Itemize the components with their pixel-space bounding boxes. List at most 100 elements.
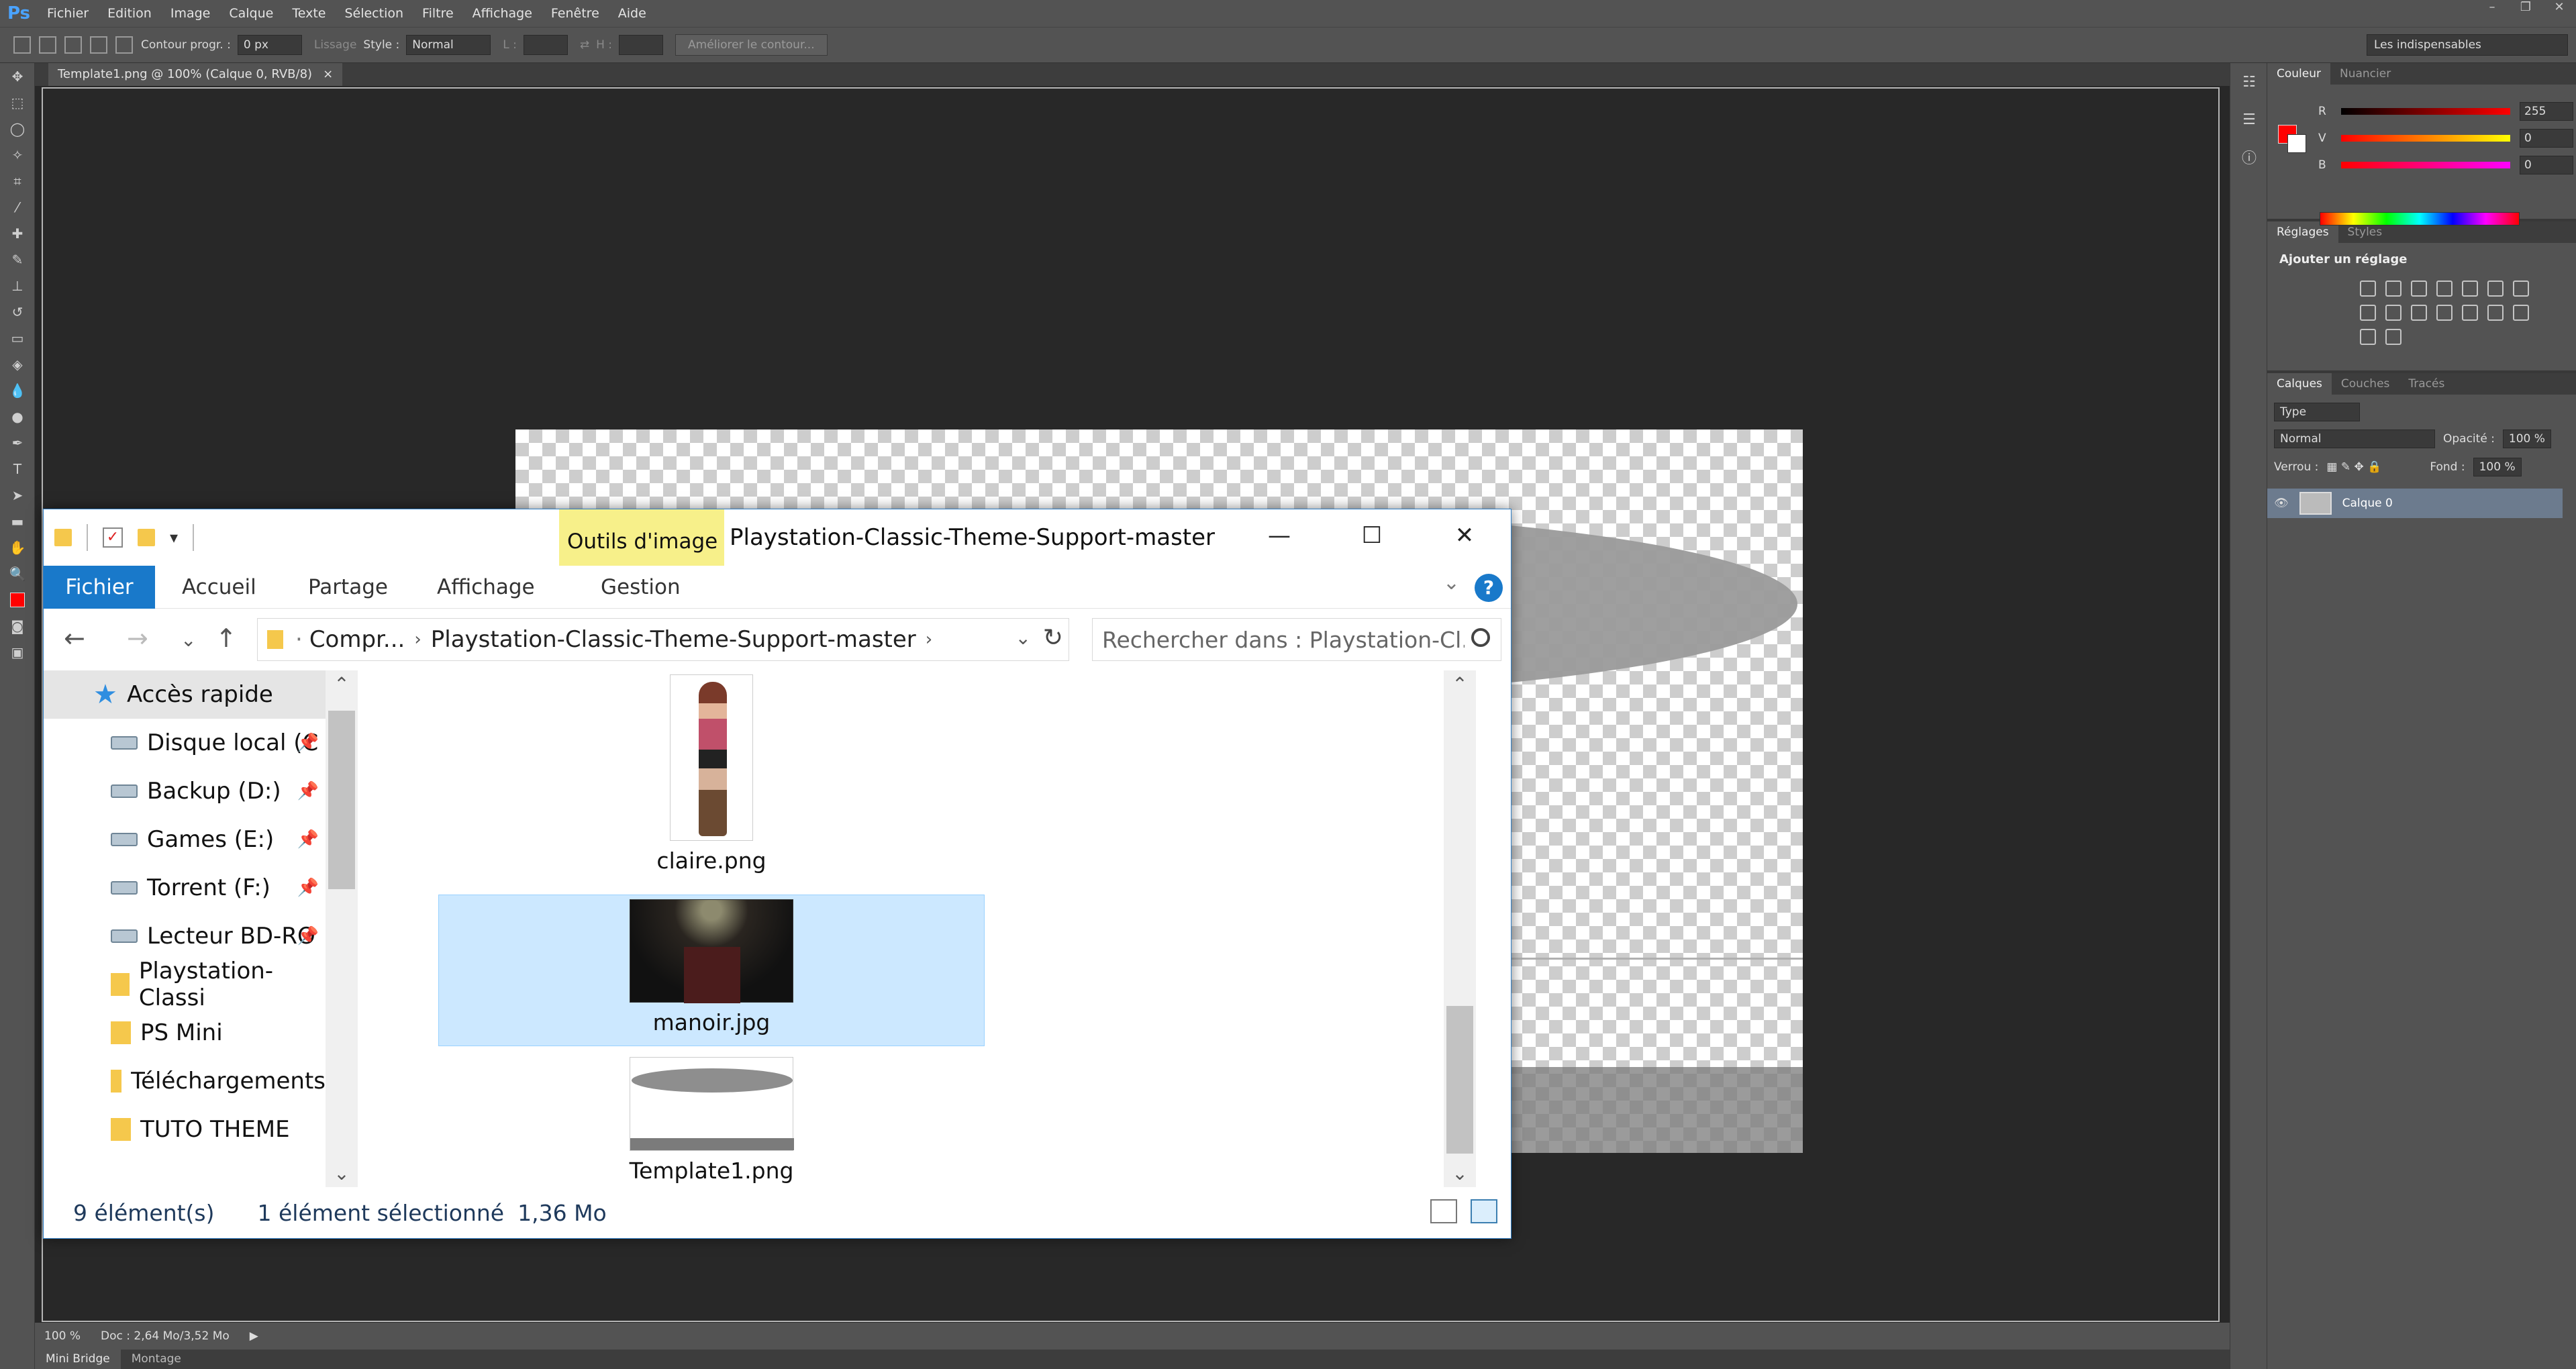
subtract-selection-icon[interactable] bbox=[90, 36, 107, 54]
swap-icon[interactable]: ⇄ bbox=[580, 38, 589, 52]
history-brush-icon[interactable]: ↺ bbox=[0, 299, 35, 325]
file-scrollbar[interactable]: ⌃ ⌄ bbox=[1444, 670, 1476, 1187]
blue-value-input[interactable]: 0 bbox=[2520, 156, 2573, 174]
color-swatches-icon[interactable] bbox=[0, 587, 35, 613]
chevron-right-icon[interactable]: › bbox=[414, 629, 421, 650]
tab-nuancier[interactable]: Nuancier bbox=[2330, 63, 2400, 85]
dodge-tool-icon[interactable]: ● bbox=[0, 403, 35, 429]
green-slider[interactable] bbox=[2341, 135, 2510, 142]
expand-ribbon-icon[interactable]: ⌄ bbox=[1443, 571, 1460, 595]
tab-montage[interactable]: Montage bbox=[121, 1350, 192, 1369]
zoom-tool-icon[interactable]: 🔍 bbox=[0, 560, 35, 587]
file-item-template1[interactable]: Template1.png bbox=[438, 1057, 985, 1189]
menu-selection[interactable]: Sélection bbox=[335, 6, 413, 21]
color-spectrum[interactable] bbox=[2320, 212, 2520, 225]
nav-tuto-theme[interactable]: TUTO THEME bbox=[44, 1105, 326, 1154]
hue-saturation-icon[interactable] bbox=[2487, 281, 2504, 297]
details-view-icon[interactable] bbox=[1430, 1199, 1457, 1223]
menu-affichage[interactable]: Affichage bbox=[463, 6, 542, 21]
info-panel-icon[interactable]: ⓘ bbox=[2230, 138, 2268, 176]
up-arrow-icon[interactable]: ↑ bbox=[215, 623, 237, 653]
add-selection-icon[interactable] bbox=[64, 36, 82, 54]
breadcrumb-compr[interactable]: Compr... bbox=[309, 626, 405, 653]
history-panel-icon[interactable]: ☷ bbox=[2230, 63, 2268, 101]
stamp-tool-icon[interactable]: ⊥ bbox=[0, 272, 35, 299]
shape-tool-icon[interactable]: ▬ bbox=[0, 508, 35, 534]
color-balance-icon[interactable] bbox=[2513, 281, 2529, 297]
black-white-icon[interactable] bbox=[2360, 305, 2376, 321]
color-lookup-icon[interactable] bbox=[2436, 305, 2453, 321]
new-selection-icon[interactable] bbox=[39, 36, 56, 54]
screen-mode-icon[interactable]: ▣ bbox=[0, 639, 35, 665]
nav-ps-mini[interactable]: PS Mini bbox=[44, 1009, 326, 1057]
tab-fichier[interactable]: Fichier bbox=[44, 566, 155, 609]
quick-mask-icon[interactable]: ◙ bbox=[0, 613, 35, 639]
tab-mini-bridge[interactable]: Mini Bridge bbox=[35, 1350, 121, 1369]
zoom-level[interactable]: 100 % bbox=[44, 1329, 81, 1343]
properties-check-icon[interactable]: ✓ bbox=[103, 527, 123, 548]
breadcrumb-current[interactable]: Playstation-Classic-Theme-Support-master bbox=[431, 626, 916, 653]
crop-tool-icon[interactable]: ⌗ bbox=[0, 168, 35, 194]
visibility-eye-icon[interactable]: 👁 bbox=[2274, 497, 2289, 510]
selective-color-icon[interactable] bbox=[2385, 329, 2401, 345]
vibrance-icon[interactable] bbox=[2462, 281, 2478, 297]
blur-tool-icon[interactable]: 💧 bbox=[0, 377, 35, 403]
address-dropdown-icon[interactable]: ⌄ bbox=[1015, 627, 1031, 649]
curves-icon[interactable] bbox=[2411, 281, 2427, 297]
tab-accueil[interactable]: Accueil bbox=[182, 566, 256, 609]
refine-edge-button[interactable]: Améliorer le contour... bbox=[675, 34, 828, 56]
layer-filter-select[interactable]: Type bbox=[2274, 403, 2360, 421]
red-slider[interactable] bbox=[2341, 108, 2510, 115]
tab-traces[interactable]: Tracés bbox=[2399, 373, 2454, 395]
opacity-input[interactable]: 100 % bbox=[2502, 429, 2551, 448]
marquee-tool-icon[interactable] bbox=[13, 36, 31, 54]
tab-calques[interactable]: Calques bbox=[2267, 373, 2332, 395]
menu-edition[interactable]: Edition bbox=[98, 6, 161, 21]
address-bar[interactable]: · Compr... › Playstation-Classic-Theme-S… bbox=[257, 618, 1069, 661]
antialias-checkbox[interactable]: Lissage bbox=[314, 38, 357, 52]
maximize-icon[interactable]: ☐ bbox=[1326, 509, 1418, 562]
lasso-tool-icon[interactable]: ◯ bbox=[0, 115, 35, 142]
tab-couches[interactable]: Couches bbox=[2332, 373, 2399, 395]
pen-tool-icon[interactable]: ✒ bbox=[0, 429, 35, 456]
scroll-down-icon[interactable]: ⌄ bbox=[1444, 1162, 1476, 1184]
height-input[interactable] bbox=[619, 35, 664, 55]
green-value-input[interactable]: 0 bbox=[2520, 129, 2573, 148]
hand-tool-icon[interactable]: ✋ bbox=[0, 534, 35, 560]
menu-image[interactable]: Image bbox=[161, 6, 220, 21]
type-tool-icon[interactable]: T bbox=[0, 456, 35, 482]
fill-input[interactable]: 100 % bbox=[2473, 458, 2522, 476]
channel-mixer-icon[interactable] bbox=[2411, 305, 2427, 321]
forward-arrow-icon[interactable]: → bbox=[127, 623, 148, 653]
nav-backup[interactable]: Backup (D:) 📌 bbox=[44, 767, 326, 815]
minimize-icon[interactable]: — bbox=[1233, 509, 1326, 562]
nav-quick-access[interactable]: ★ Accès rapide bbox=[44, 670, 326, 719]
menu-texte[interactable]: Texte bbox=[283, 6, 335, 21]
exposure-icon[interactable] bbox=[2436, 281, 2453, 297]
minimize-icon[interactable]: – bbox=[2475, 0, 2509, 16]
blend-mode-select[interactable]: Normal bbox=[2274, 429, 2435, 448]
menu-fenetre[interactable]: Fenêtre bbox=[542, 6, 609, 21]
nav-lecteur-bd[interactable]: Lecteur BD-RO 📌 bbox=[44, 912, 326, 960]
large-icons-view-icon[interactable] bbox=[1471, 1199, 1497, 1223]
new-folder-icon[interactable] bbox=[138, 529, 155, 546]
levels-icon[interactable] bbox=[2385, 281, 2401, 297]
search-box[interactable]: Rechercher dans : Playstation-Cl... bbox=[1092, 618, 1501, 661]
document-tab-close-icon[interactable]: × bbox=[323, 63, 333, 86]
eyedropper-icon[interactable]: ⁄ bbox=[0, 194, 35, 220]
brightness-icon[interactable] bbox=[2360, 281, 2376, 297]
menu-filtre[interactable]: Filtre bbox=[413, 6, 463, 21]
posterize-icon[interactable] bbox=[2487, 305, 2504, 321]
move-tool-icon[interactable]: ✥ bbox=[0, 63, 35, 89]
gradient-map-icon[interactable] bbox=[2360, 329, 2376, 345]
background-color-swatch[interactable] bbox=[2287, 134, 2306, 153]
nav-scroll-thumb[interactable] bbox=[328, 711, 355, 889]
nav-disque-local[interactable]: Disque local (C 📌 bbox=[44, 719, 326, 767]
tab-couleur[interactable]: Couleur bbox=[2267, 63, 2330, 85]
back-arrow-icon[interactable]: ← bbox=[64, 623, 85, 653]
nav-games[interactable]: Games (E:) 📌 bbox=[44, 815, 326, 864]
document-tab[interactable]: Template1.png @ 100% (Calque 0, RVB/8) × bbox=[48, 63, 343, 86]
feather-input[interactable]: 0 px bbox=[237, 35, 302, 55]
blue-slider[interactable] bbox=[2341, 162, 2510, 168]
nav-telechargements[interactable]: Téléchargements bbox=[44, 1057, 326, 1105]
